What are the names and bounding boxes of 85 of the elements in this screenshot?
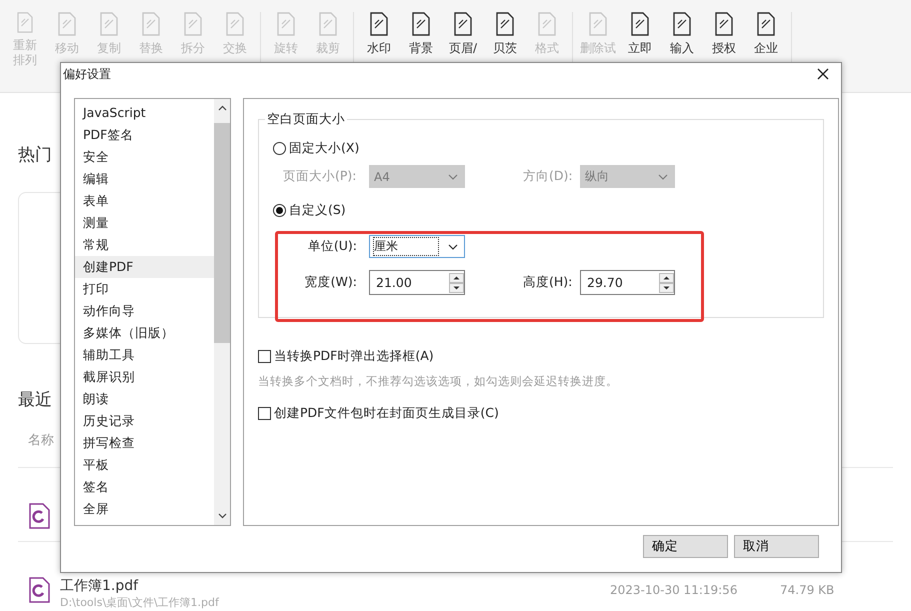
toolbar-button[interactable]: 背景 (400, 12, 442, 68)
spin-up-icon (449, 272, 464, 282)
toolbar-button[interactable]: 输入 (661, 12, 703, 68)
toolbar-button[interactable]: 水印 (358, 12, 400, 68)
pdf-file-icon (28, 503, 50, 529)
category-item[interactable]: 历史记录 (75, 410, 214, 432)
hint-text: 当转换多个文档时，不推荐勾选该选项，如勾选则会延迟转换进度。 (258, 374, 619, 389)
file-path: D:\tools\桌面\文件\工作簿1.pdf (60, 595, 220, 610)
scrollbar-thumb[interactable] (214, 123, 230, 343)
chevron-down-icon (658, 174, 668, 180)
section-title: 最近 (18, 389, 52, 411)
spin-up-icon (659, 272, 674, 282)
dropdown[interactable]: 厘米 (369, 235, 465, 258)
page-icon (629, 12, 651, 36)
page-icon (587, 12, 609, 36)
toolbar-button[interactable]: 页眉/ (442, 12, 484, 68)
spin-down-icon (449, 282, 464, 292)
category-item[interactable]: 测量 (75, 212, 214, 234)
page-icon (224, 12, 246, 36)
page-icon (452, 12, 474, 36)
file-size: 74.79 KB (780, 583, 834, 597)
page-icon (98, 12, 120, 36)
page-icon (410, 12, 432, 36)
page-icon (275, 12, 297, 36)
option-label: 创建PDF文件包时在封面页生成目录(C) (274, 405, 499, 422)
chevron-down-icon (448, 244, 458, 250)
page-icon (536, 12, 558, 36)
checkbox[interactable] (258, 407, 271, 420)
dialog-button[interactable]: 取消 (734, 535, 819, 558)
radio-button[interactable] (273, 142, 286, 155)
field-label: 单位(U): (306, 238, 357, 255)
category-item[interactable]: 编辑 (75, 168, 214, 190)
category-item[interactable]: 拼写检查 (75, 432, 214, 454)
page-icon (182, 12, 204, 36)
category-item[interactable]: 常规 (75, 234, 214, 256)
page-icon (671, 12, 693, 36)
page-icon (755, 12, 777, 36)
category-item[interactable]: 截屏识别 (75, 366, 214, 388)
chevron-down-icon (448, 174, 458, 180)
toolbar-button[interactable]: 企业 (745, 12, 787, 68)
category-item[interactable]: 朗读 (75, 388, 214, 410)
toolbar-button[interactable]: 立即 (619, 12, 661, 68)
field-label: 页面大小(P): (282, 168, 358, 185)
toolbar-button[interactable]: 授权 (703, 12, 745, 68)
category-item[interactable]: 打印 (75, 278, 214, 300)
category-item[interactable]: 表单 (75, 190, 214, 212)
field-label: 宽度(W): (304, 274, 357, 291)
page-icon (368, 12, 390, 36)
page-icon (713, 12, 735, 36)
category-item[interactable]: 辅助工具 (75, 344, 214, 366)
chevron-down-icon (218, 513, 226, 519)
field-label: 方向(D): (522, 168, 574, 185)
option-label: 固定大小(X) (289, 140, 360, 157)
field-label: 高度(H): (522, 274, 574, 291)
category-item[interactable]: 全屏 (75, 498, 214, 520)
category-item[interactable]: PDF签名 (75, 124, 214, 146)
page-icon (494, 12, 516, 36)
option-label: 自定义(S) (289, 202, 346, 219)
toolbar-label: 重新 (13, 38, 37, 53)
chevron-up-icon (218, 105, 226, 111)
spin-down-icon (659, 282, 674, 292)
page-icon (140, 12, 162, 36)
file-date: 2023-10-30 11:19:56 (610, 583, 738, 597)
checkbox[interactable] (258, 350, 271, 363)
page-icon (317, 12, 339, 36)
dialog-button[interactable]: 确定 (643, 535, 728, 558)
number-field[interactable]: 29.70 (580, 270, 675, 295)
category-item[interactable]: 创建PDF (75, 256, 214, 278)
toolbar-label: 排列 (13, 53, 37, 68)
category-item[interactable]: 多媒体（旧版） (75, 322, 214, 344)
category-item[interactable]: 安全 (75, 146, 214, 168)
number-field[interactable]: 21.00 (369, 270, 465, 295)
close-icon (817, 68, 829, 80)
radio-button[interactable] (273, 204, 286, 217)
option-label: 当转换PDF时弹出选择框(A) (274, 348, 434, 365)
dialog-title: 偏好设置 (63, 66, 111, 82)
group-title: 空白页面大小 (265, 111, 347, 128)
category-item[interactable]: 签名 (75, 476, 214, 498)
category-item[interactable]: JavaScript (75, 102, 214, 124)
category-item[interactable]: 动作向导 (75, 300, 214, 322)
toolbar-button[interactable]: 贝茨 (484, 12, 526, 68)
section-title: 热门 (18, 144, 52, 166)
page-icon (56, 12, 78, 36)
file-name: 工作簿1.pdf (60, 577, 140, 595)
pdf-file-icon (28, 577, 50, 603)
